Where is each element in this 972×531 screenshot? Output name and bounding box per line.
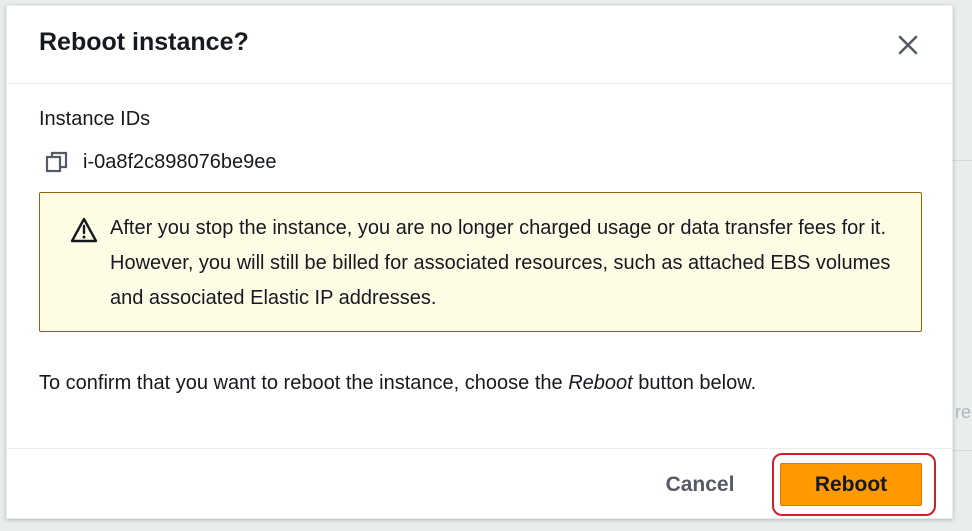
cancel-button[interactable]: Cancel	[647, 465, 753, 505]
warning-alert-text: After you stop the instance, you are no …	[110, 217, 891, 309]
confirm-instructions: To confirm that you want to reboot the i…	[39, 372, 756, 395]
reboot-instance-dialog: Reboot instance? Instance IDs i-0a8f2c89…	[6, 5, 953, 519]
dialog-footer: Cancel Reboot	[7, 448, 952, 520]
close-icon	[898, 35, 918, 55]
dialog-header: Reboot instance?	[7, 6, 952, 84]
confirm-text-suffix: button below.	[632, 372, 757, 394]
instance-ids-label: Instance IDs	[39, 108, 151, 130]
confirm-text-prefix: To confirm that you want to reboot the i…	[39, 372, 569, 394]
close-button[interactable]	[893, 30, 923, 60]
warning-icon	[70, 217, 98, 243]
instance-id-row: i-0a8f2c898076be9ee	[45, 149, 277, 175]
warning-alert: After you stop the instance, you are no …	[39, 192, 922, 332]
dialog-title: Reboot instance?	[39, 28, 249, 56]
instance-id-value: i-0a8f2c898076be9ee	[83, 150, 277, 173]
confirm-text-emphasis: Reboot	[568, 372, 633, 394]
reboot-button[interactable]: Reboot	[780, 463, 922, 506]
background-divider	[953, 160, 972, 161]
copy-icon[interactable]	[45, 150, 69, 174]
background-text: re	[955, 402, 972, 422]
background-divider	[953, 450, 972, 451]
